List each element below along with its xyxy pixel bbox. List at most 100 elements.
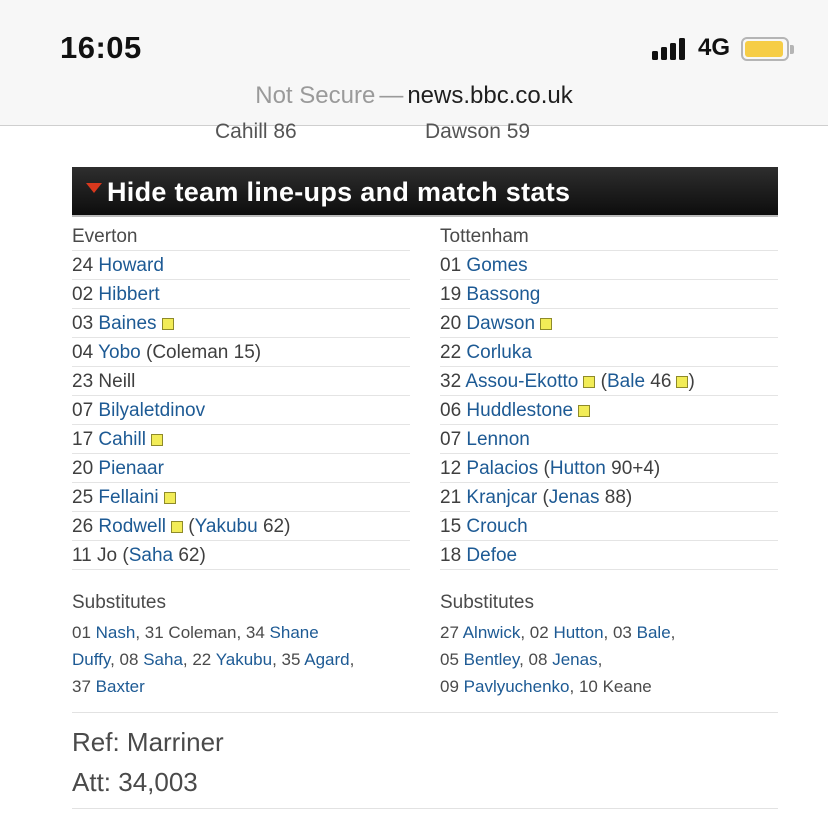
substitutes-line: 37 Baxter	[72, 677, 145, 696]
player-row: 11 Jo (Saha 62)	[72, 541, 410, 570]
player-number: 17	[72, 429, 94, 450]
player-number: 20	[440, 313, 462, 334]
player-number: 25	[72, 487, 94, 508]
substitute-link[interactable]: Saha	[129, 545, 173, 566]
substitutes-heading: Substitutes	[72, 592, 166, 613]
yellow-card-icon	[583, 376, 596, 388]
player-row: 06 Huddlestone	[440, 396, 778, 425]
player-number: 11	[72, 545, 92, 566]
player-row: 25 Fellaini	[72, 483, 410, 512]
player-link[interactable]: Bilyaletdinov	[98, 400, 205, 421]
sub-link[interactable]: Bentley	[464, 650, 519, 669]
player-row: 32 Assou-Ekotto (Bale 46)	[440, 367, 778, 396]
sub-close-paren: )	[625, 487, 633, 508]
player-row: 26 Rodwell (Yakubu 62)	[72, 512, 410, 541]
player-link[interactable]: Bassong	[466, 284, 540, 305]
player-row: 18 Defoe	[440, 541, 778, 570]
player-link[interactable]: Crouch	[466, 516, 527, 537]
player-number: 07	[440, 429, 462, 450]
player-number: 12	[440, 458, 462, 479]
yellow-card-icon	[676, 376, 689, 388]
yellow-card-icon	[171, 521, 184, 533]
player-link[interactable]: Rodwell	[98, 516, 166, 537]
substitutes-line: 01 Nash, 31 Coleman, 34 Shane	[72, 623, 319, 642]
collapse-triangle-icon	[86, 183, 102, 193]
player-number: 07	[72, 400, 94, 421]
yellow-card-icon	[540, 318, 553, 330]
sub-minute: 90+4	[611, 458, 654, 479]
sub-close-paren: )	[254, 342, 262, 363]
substitutes-line: 09 Pavlyuchenko, 10 Keane	[440, 677, 652, 696]
player-row: 15 Crouch	[440, 512, 778, 541]
player-link[interactable]: Kranjcar	[466, 487, 537, 508]
player-link[interactable]: Huddlestone	[466, 400, 573, 421]
player-row: 20 Pienaar	[72, 454, 410, 483]
substitute-link[interactable]: Yakubu	[195, 516, 258, 537]
player-link[interactable]: Palacios	[466, 458, 538, 479]
player-number: 01	[440, 255, 462, 276]
sub-link[interactable]: Agard	[304, 650, 349, 669]
player-link[interactable]: Assou-Ekotto	[465, 371, 578, 392]
player-link[interactable]: Howard	[98, 255, 163, 276]
sub-close-paren: )	[653, 458, 661, 479]
player-link[interactable]: Cahill	[98, 429, 146, 450]
sub-link[interactable]: Duffy	[72, 650, 110, 669]
player-link[interactable]: Gomes	[466, 255, 527, 276]
url-separator: —	[379, 82, 404, 109]
away-scorer: Dawson 59	[425, 120, 531, 143]
player-row: 01 Gomes	[440, 251, 778, 280]
player-link[interactable]: Lennon	[466, 429, 529, 450]
substitute-link[interactable]: Jenas	[549, 487, 600, 508]
player-link[interactable]: Defoe	[466, 545, 517, 566]
home-lineup: Everton 24 Howard 02 Hibbert 03 Baines 0…	[72, 222, 410, 570]
sub-link[interactable]: Bale	[637, 623, 671, 642]
address-bar[interactable]: Not Secure — news.bbc.co.uk	[0, 76, 828, 126]
player-link[interactable]: Baines	[98, 313, 156, 334]
sub-link[interactable]: Alnwick	[463, 623, 521, 642]
sub-link[interactable]: Yakubu	[216, 650, 272, 669]
away-substitutes: Substitutes 27 Alnwick, 02 Hutton, 03 Ba…	[440, 592, 778, 700]
player-number: 21	[440, 487, 462, 508]
sub-link[interactable]: Jenas	[552, 650, 597, 669]
substitute-name: Coleman 15	[152, 342, 255, 363]
sub-link[interactable]: Nash	[96, 623, 136, 642]
player-link[interactable]: Hibbert	[98, 284, 159, 305]
player-row: 04 Yobo (Coleman 15)	[72, 338, 410, 367]
sub-link[interactable]: Baxter	[96, 677, 145, 696]
home-substitutes: Substitutes 01 Nash, 31 Coleman, 34 Shan…	[72, 592, 410, 700]
url-domain: news.bbc.co.uk	[407, 82, 573, 109]
away-lineup: Tottenham 01 Gomes 19 Bassong 20 Dawson …	[440, 222, 778, 570]
sub-link[interactable]: Saha	[143, 650, 183, 669]
sub-close-paren: )	[199, 545, 206, 566]
substitutes-line: 05 Bentley, 08 Jenas,	[440, 650, 603, 669]
player-link[interactable]: Pienaar	[98, 458, 164, 479]
player-row: 21 Kranjcar (Jenas 88)	[440, 483, 778, 512]
player-row: 20 Dawson	[440, 309, 778, 338]
player-number: 18	[440, 545, 462, 566]
player-row: 23 Neill	[72, 367, 410, 396]
player-link[interactable]: Fellaini	[98, 487, 158, 508]
substitute-link[interactable]: Bale	[607, 371, 645, 392]
player-link[interactable]: Yobo	[98, 342, 141, 363]
player-link[interactable]: Corluka	[466, 342, 531, 363]
home-scorer: Cahill 86	[215, 120, 297, 143]
sub-link[interactable]: Hutton	[553, 623, 603, 642]
sub-link[interactable]: Shane	[270, 623, 319, 642]
player-number: 19	[440, 284, 462, 305]
player-link[interactable]: Dawson	[466, 313, 535, 334]
player-number: 23	[72, 371, 94, 392]
security-label: Not Secure	[255, 82, 376, 109]
player-number: 15	[440, 516, 462, 537]
lineups-toggle-label: Hide team line-ups and match stats	[107, 177, 571, 207]
away-team-name: Tottenham	[440, 222, 778, 251]
status-bar: 16:05 4G	[0, 0, 828, 76]
yellow-card-icon	[578, 405, 591, 417]
substitute-link[interactable]: Hutton	[550, 458, 606, 479]
sub-minute: 62	[178, 545, 200, 566]
sub-link[interactable]: Pavlyuchenko	[464, 677, 570, 696]
player-row: 19 Bassong	[440, 280, 778, 309]
lineups-toggle-button[interactable]: Hide team line-ups and match stats	[72, 167, 778, 217]
substitutes-line: Duffy, 08 Saha, 22 Yakubu, 35 Agard,	[72, 650, 355, 669]
sub-minute: 46	[650, 371, 672, 392]
yellow-card-icon	[161, 318, 174, 330]
